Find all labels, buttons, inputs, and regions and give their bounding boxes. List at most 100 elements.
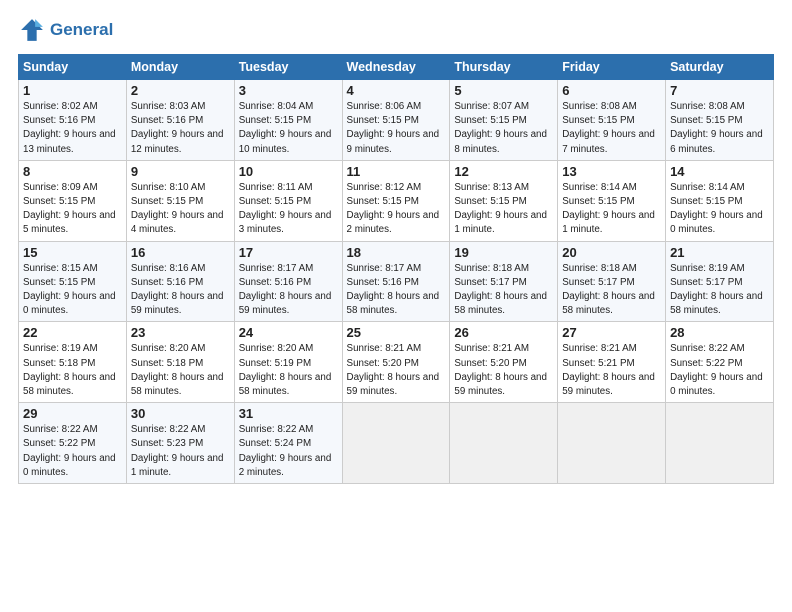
day-info: Sunrise: 8:22 AMSunset: 5:22 PMDaylight:… [23, 423, 122, 480]
calendar-cell: 21Sunrise: 8:19 AMSunset: 5:17 PMDayligh… [666, 241, 774, 322]
day-number: 26 [454, 325, 553, 340]
calendar-cell: 25Sunrise: 8:21 AMSunset: 5:20 PMDayligh… [342, 322, 450, 403]
calendar-cell: 28Sunrise: 8:22 AMSunset: 5:22 PMDayligh… [666, 322, 774, 403]
day-info: Sunrise: 8:22 AMSunset: 5:23 PMDaylight:… [131, 423, 230, 480]
header-day-friday: Friday [558, 55, 666, 80]
day-info: Sunrise: 8:21 AMSunset: 5:20 PMDaylight:… [454, 342, 553, 399]
calendar-cell [342, 403, 450, 484]
day-number: 15 [23, 245, 122, 260]
header-day-saturday: Saturday [666, 55, 774, 80]
calendar-cell: 6 Sunrise: 8:08 AMSunset: 5:15 PMDaylight… [558, 80, 666, 161]
calendar-cell: 26 Sunrise: 8:21 AMSunset: 5:20 PMDayligh… [450, 322, 558, 403]
day-info: Sunrise: 8:17 AMSunset: 5:16 PMDaylight:… [347, 262, 446, 319]
day-number: 3 [239, 83, 338, 98]
day-info: Sunrise: 8:17 AMSunset: 5:16 PMDaylight:… [239, 262, 338, 319]
calendar-cell: 8Sunrise: 8:09 AMSunset: 5:15 PMDaylight… [19, 160, 127, 241]
day-info: Sunrise: 8:12 AMSunset: 5:15 PMDaylight:… [347, 181, 446, 238]
calendar-week-row: 1 Sunrise: 8:02 AMSunset: 5:16 PMDaylight… [19, 80, 774, 161]
day-info: Sunrise: 8:11 AMSunset: 5:15 PMDaylight:… [239, 181, 338, 238]
calendar-week-row: 8Sunrise: 8:09 AMSunset: 5:15 PMDaylight… [19, 160, 774, 241]
day-number: 14 [670, 164, 769, 179]
day-info: Sunrise: 8:03 AMSunset: 5:16 PMDaylight:… [131, 100, 230, 157]
day-info: Sunrise: 8:13 AMSunset: 5:15 PMDaylight:… [454, 181, 553, 238]
day-info: Sunrise: 8:18 AMSunset: 5:17 PMDaylight:… [454, 262, 553, 319]
day-number: 7 [670, 83, 769, 98]
calendar-cell: 31 Sunrise: 8:22 AMSunset: 5:24 PMDayligh… [234, 403, 342, 484]
day-number: 17 [239, 245, 338, 260]
day-info: Sunrise: 8:04 AMSunset: 5:15 PMDaylight:… [239, 100, 338, 157]
calendar-cell: 11 Sunrise: 8:12 AMSunset: 5:15 PMDayligh… [342, 160, 450, 241]
day-number: 12 [454, 164, 553, 179]
calendar-cell: 2 Sunrise: 8:03 AMSunset: 5:16 PMDaylight… [126, 80, 234, 161]
day-info: Sunrise: 8:19 AMSunset: 5:18 PMDaylight:… [23, 342, 122, 399]
calendar-cell: 14Sunrise: 8:14 AMSunset: 5:15 PMDayligh… [666, 160, 774, 241]
calendar-cell: 18 Sunrise: 8:17 AMSunset: 5:16 PMDayligh… [342, 241, 450, 322]
calendar-cell: 27 Sunrise: 8:21 AMSunset: 5:21 PMDayligh… [558, 322, 666, 403]
calendar-cell: 10 Sunrise: 8:11 AMSunset: 5:15 PMDayligh… [234, 160, 342, 241]
day-number: 6 [562, 83, 661, 98]
calendar-cell: 12 Sunrise: 8:13 AMSunset: 5:15 PMDayligh… [450, 160, 558, 241]
day-number: 31 [239, 406, 338, 421]
day-number: 19 [454, 245, 553, 260]
calendar-cell: 4 Sunrise: 8:06 AMSunset: 5:15 PMDaylight… [342, 80, 450, 161]
calendar-cell: 29Sunrise: 8:22 AMSunset: 5:22 PMDayligh… [19, 403, 127, 484]
calendar-cell: 3 Sunrise: 8:04 AMSunset: 5:15 PMDaylight… [234, 80, 342, 161]
calendar-cell: 23 Sunrise: 8:20 AMSunset: 5:18 PMDayligh… [126, 322, 234, 403]
calendar-cell: 7 Sunrise: 8:08 AMSunset: 5:15 PMDaylight… [666, 80, 774, 161]
calendar-cell: 15Sunrise: 8:15 AMSunset: 5:15 PMDayligh… [19, 241, 127, 322]
calendar-week-row: 15Sunrise: 8:15 AMSunset: 5:15 PMDayligh… [19, 241, 774, 322]
day-info: Sunrise: 8:16 AMSunset: 5:16 PMDaylight:… [131, 262, 230, 319]
day-info: Sunrise: 8:19 AMSunset: 5:17 PMDaylight:… [670, 262, 769, 319]
header-day-thursday: Thursday [450, 55, 558, 80]
day-info: Sunrise: 8:10 AMSunset: 5:15 PMDaylight:… [131, 181, 230, 238]
logo-text-line1: General [50, 21, 113, 40]
day-info: Sunrise: 8:22 AMSunset: 5:24 PMDaylight:… [239, 423, 338, 480]
calendar-cell: 19 Sunrise: 8:18 AMSunset: 5:17 PMDayligh… [450, 241, 558, 322]
day-number: 16 [131, 245, 230, 260]
header: General [18, 16, 774, 44]
header-day-wednesday: Wednesday [342, 55, 450, 80]
day-info: Sunrise: 8:20 AMSunset: 5:19 PMDaylight:… [239, 342, 338, 399]
calendar-cell: 24Sunrise: 8:20 AMSunset: 5:19 PMDayligh… [234, 322, 342, 403]
header-day-monday: Monday [126, 55, 234, 80]
day-info: Sunrise: 8:06 AMSunset: 5:15 PMDaylight:… [347, 100, 446, 157]
day-number: 9 [131, 164, 230, 179]
calendar-cell: 17 Sunrise: 8:17 AMSunset: 5:16 PMDayligh… [234, 241, 342, 322]
logo: General [18, 16, 113, 44]
day-number: 2 [131, 83, 230, 98]
day-info: Sunrise: 8:08 AMSunset: 5:15 PMDaylight:… [670, 100, 769, 157]
day-number: 18 [347, 245, 446, 260]
calendar-cell [450, 403, 558, 484]
day-info: Sunrise: 8:08 AMSunset: 5:15 PMDaylight:… [562, 100, 661, 157]
calendar-week-row: 29Sunrise: 8:22 AMSunset: 5:22 PMDayligh… [19, 403, 774, 484]
day-number: 22 [23, 325, 122, 340]
day-info: Sunrise: 8:20 AMSunset: 5:18 PMDaylight:… [131, 342, 230, 399]
day-number: 30 [131, 406, 230, 421]
calendar-cell: 20Sunrise: 8:18 AMSunset: 5:17 PMDayligh… [558, 241, 666, 322]
page: General SundayMondayTuesdayWednesdayThur… [0, 0, 792, 612]
calendar-cell: 1 Sunrise: 8:02 AMSunset: 5:16 PMDaylight… [19, 80, 127, 161]
calendar-cell: 16 Sunrise: 8:16 AMSunset: 5:16 PMDayligh… [126, 241, 234, 322]
calendar-cell: 30 Sunrise: 8:22 AMSunset: 5:23 PMDayligh… [126, 403, 234, 484]
day-info: Sunrise: 8:14 AMSunset: 5:15 PMDaylight:… [562, 181, 661, 238]
day-info: Sunrise: 8:18 AMSunset: 5:17 PMDaylight:… [562, 262, 661, 319]
day-number: 11 [347, 164, 446, 179]
day-info: Sunrise: 8:22 AMSunset: 5:22 PMDaylight:… [670, 342, 769, 399]
day-info: Sunrise: 8:02 AMSunset: 5:16 PMDaylight:… [23, 100, 122, 157]
day-number: 13 [562, 164, 661, 179]
calendar-table: SundayMondayTuesdayWednesdayThursdayFrid… [18, 54, 774, 484]
day-info: Sunrise: 8:21 AMSunset: 5:21 PMDaylight:… [562, 342, 661, 399]
day-number: 27 [562, 325, 661, 340]
calendar-cell: 9 Sunrise: 8:10 AMSunset: 5:15 PMDaylight… [126, 160, 234, 241]
day-number: 4 [347, 83, 446, 98]
day-number: 10 [239, 164, 338, 179]
calendar-header-row: SundayMondayTuesdayWednesdayThursdayFrid… [19, 55, 774, 80]
calendar-week-row: 22 Sunrise: 8:19 AMSunset: 5:18 PMDayligh… [19, 322, 774, 403]
day-number: 1 [23, 83, 122, 98]
header-day-sunday: Sunday [19, 55, 127, 80]
day-number: 25 [347, 325, 446, 340]
calendar-cell: 13 Sunrise: 8:14 AMSunset: 5:15 PMDayligh… [558, 160, 666, 241]
day-number: 23 [131, 325, 230, 340]
logo-icon [18, 16, 46, 44]
calendar-cell: 22 Sunrise: 8:19 AMSunset: 5:18 PMDayligh… [19, 322, 127, 403]
